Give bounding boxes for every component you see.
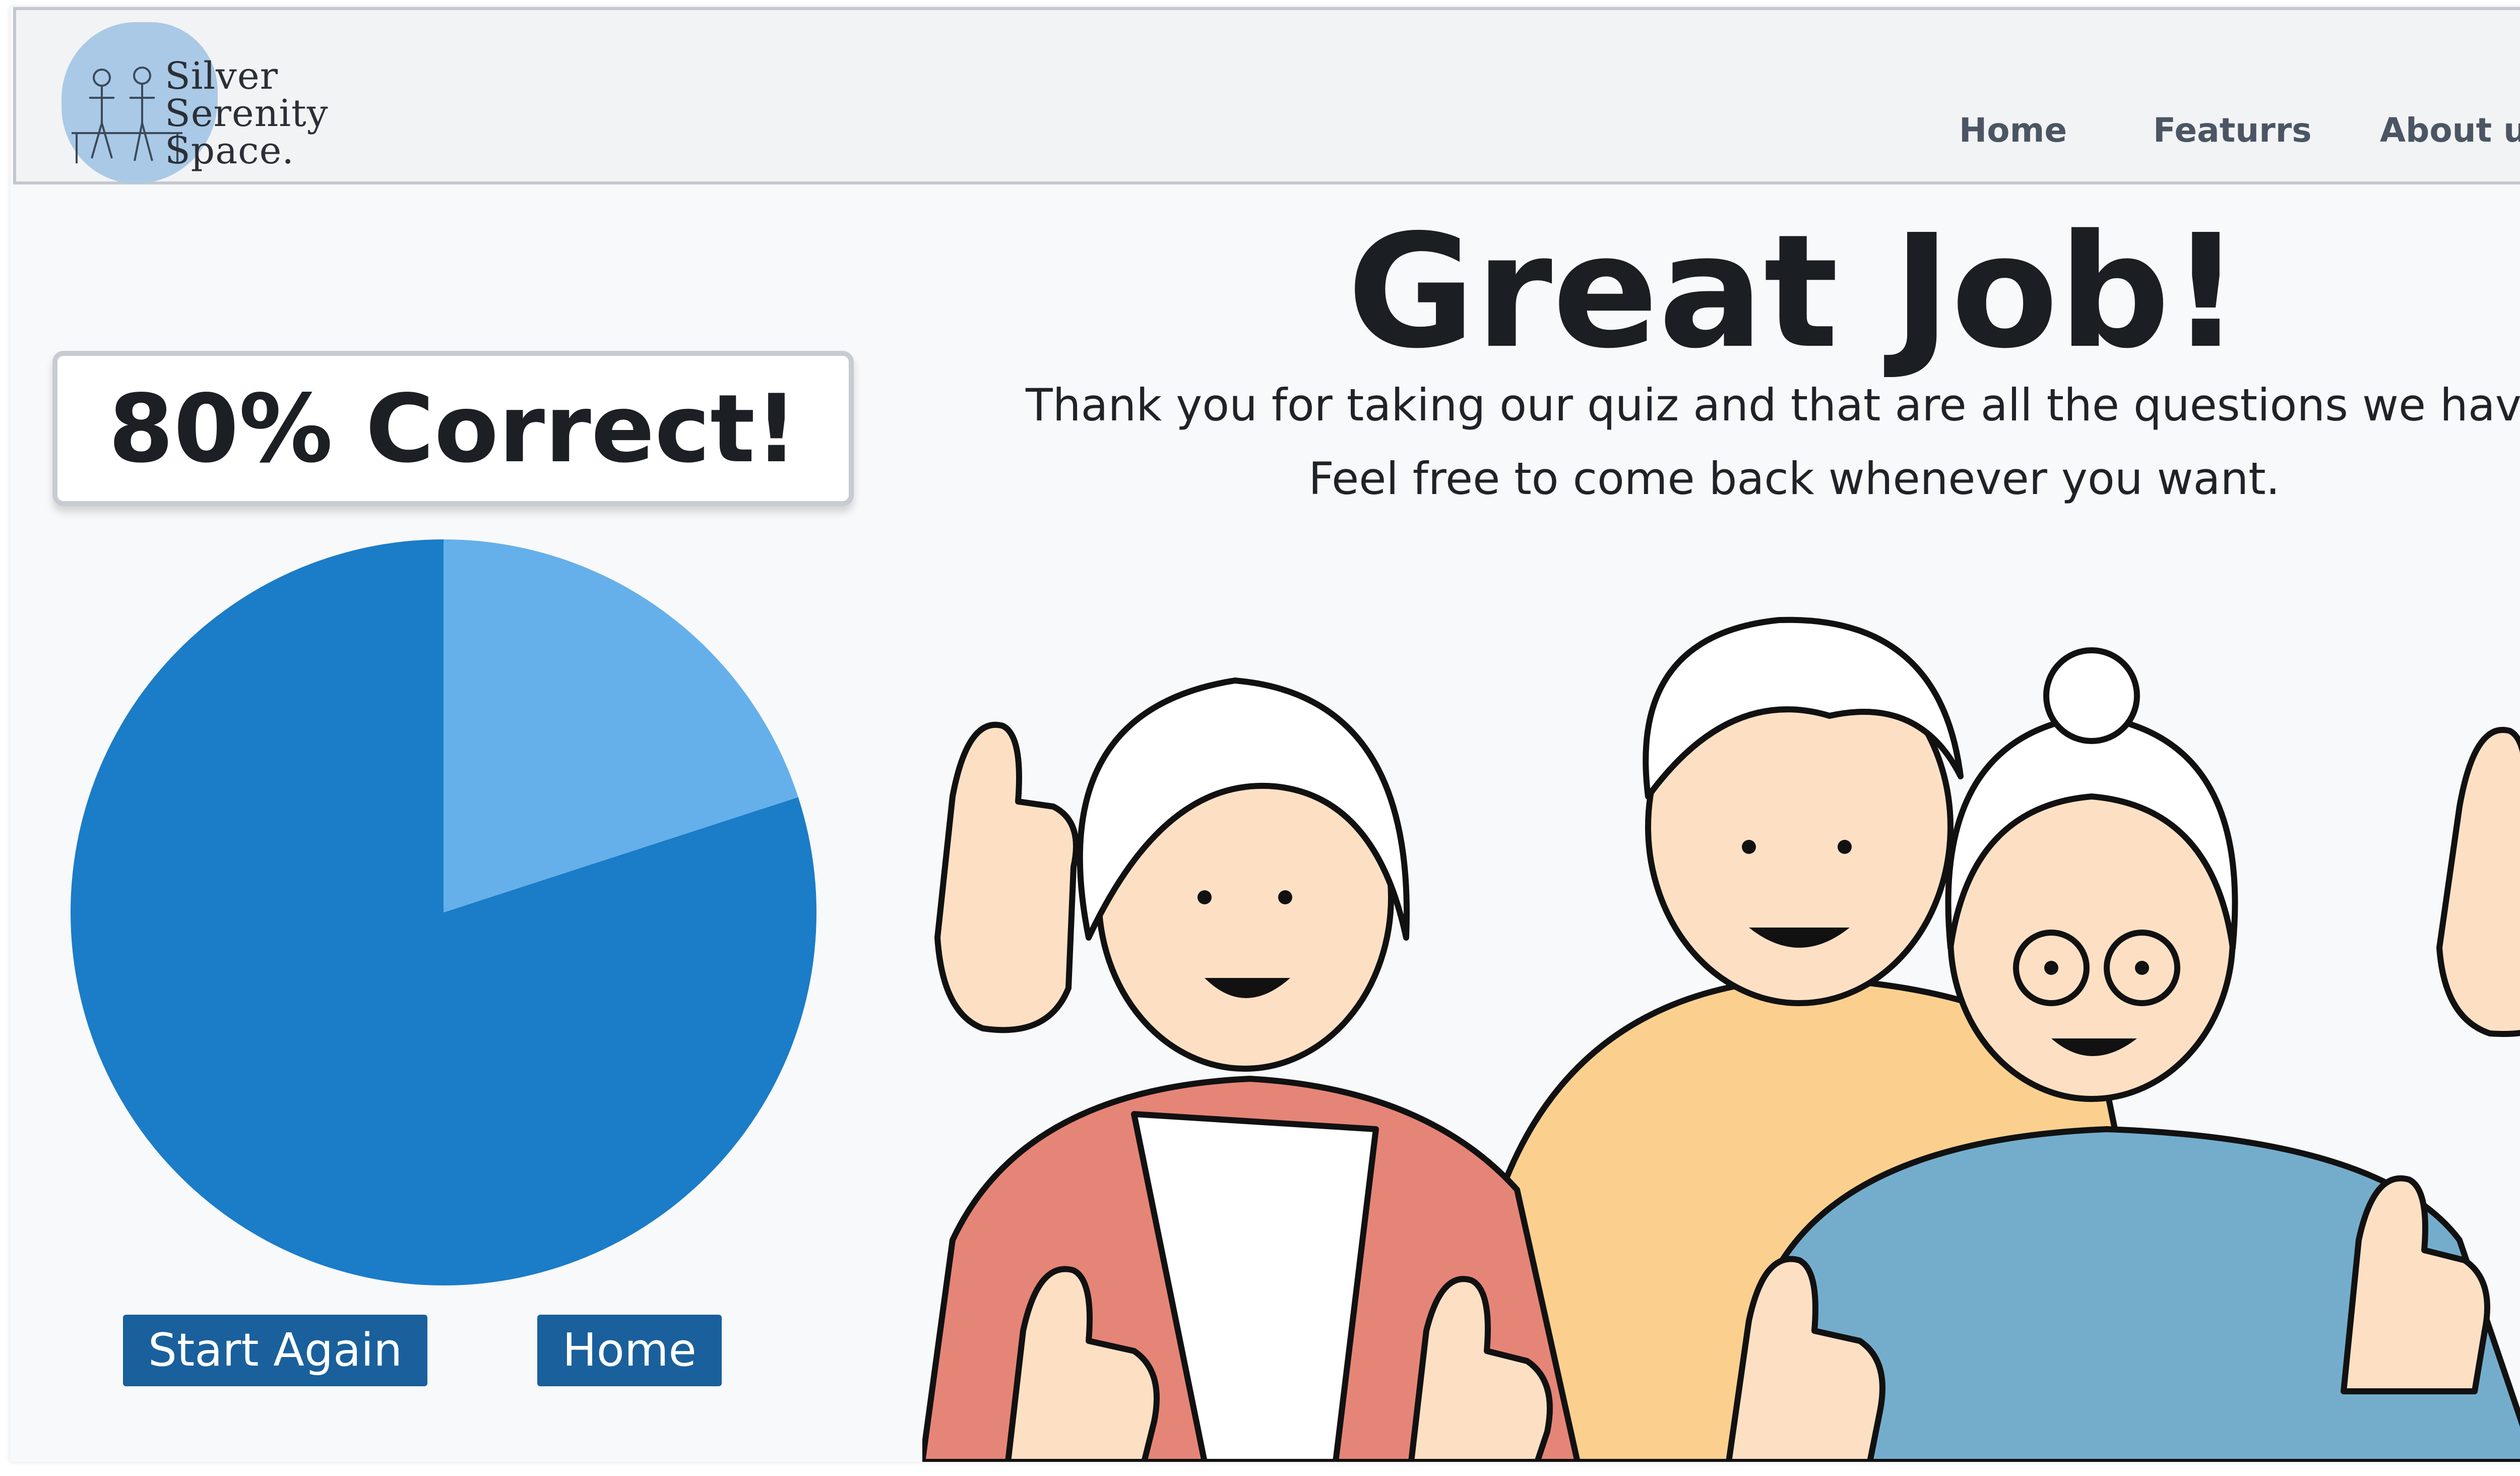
top-navbar: Silver Serenity Space. Home Featurrs Abo… [13,7,2520,184]
nav-features[interactable]: Featurrs [2153,111,2312,150]
come-back-text: Feel free to come back whenever you want… [1308,453,2280,505]
score-label: 80% Correct! [108,374,798,483]
logo-line-3: Space. [165,129,294,172]
nav-home[interactable]: Home [1959,111,2067,150]
logo-wordmark: Silver Serenity Space. [165,57,329,169]
thank-you-text: Thank you for taking our quiz and that a… [1026,379,2520,431]
site-logo[interactable]: Silver Serenity Space. [56,17,359,189]
start-again-button[interactable]: Start Again [123,1315,427,1386]
score-pie-chart [71,539,816,1285]
logo-line-2: Serenity [165,92,329,135]
nav-about-us[interactable]: About us [2380,111,2520,150]
seniors-thumbs-up-illustration [922,617,2520,1462]
logo-line-1: Silver [165,54,279,98]
page-heading: Great Job! [1347,201,2242,383]
score-card: 80% Correct! [52,351,854,506]
home-button[interactable]: Home [537,1315,722,1386]
